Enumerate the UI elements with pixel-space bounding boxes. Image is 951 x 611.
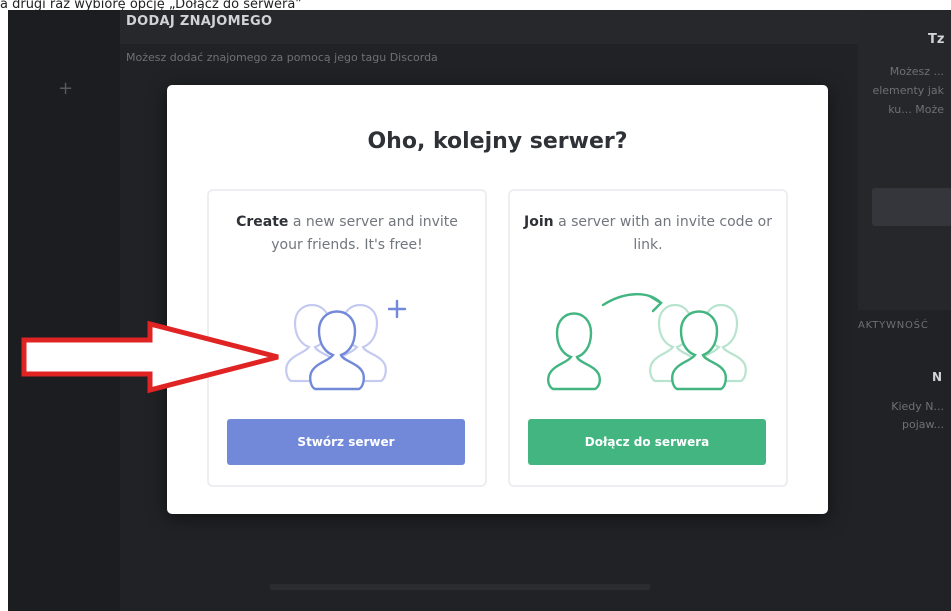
- right-panel-button[interactable]: [872, 188, 951, 226]
- create-server-button[interactable]: Stwórz serwer: [227, 419, 465, 465]
- create-join-server-modal: Oho, kolejny serwer? Create a new server…: [167, 85, 828, 514]
- join-lead: Join: [524, 214, 554, 230]
- add-friend-subtext: Możesz dodać znajomego za pomocą jego ta…: [126, 51, 438, 64]
- create-desc: a new server and invite your friends. It…: [271, 214, 458, 253]
- right-panel: [858, 10, 951, 310]
- add-friend-heading: DODAJ ZNAJOMEGO: [126, 14, 273, 29]
- join-desc: a server with an invite code or link.: [553, 214, 772, 253]
- create-server-card: Create a new server and invite your frie…: [207, 189, 487, 487]
- group-add-icon: [285, 299, 407, 391]
- guild-sidebar: [8, 10, 120, 611]
- create-lead: Create: [236, 214, 289, 230]
- join-server-button[interactable]: Dołącz do serwera: [528, 419, 766, 465]
- right-panel-text: Możesz ... elementy jak ku... Może: [872, 65, 944, 116]
- caption-text: a drugi raz wybiorę opcję „Dołącz do ser…: [0, 0, 951, 10]
- footer-bar: [270, 584, 650, 590]
- right-panel-subheading: AKTYWNOŚĆ: [858, 320, 929, 331]
- right-panel-text-2: Kiedy N... pojaw...: [891, 400, 944, 431]
- join-server-icon: [547, 293, 747, 391]
- join-server-card: Join a server with an invite code or lin…: [508, 189, 788, 487]
- right-panel-n: N: [932, 370, 943, 384]
- join-server-description: Join a server with an invite code or lin…: [520, 211, 776, 257]
- add-icon: +: [58, 78, 74, 99]
- modal-title: Oho, kolejny serwer?: [367, 129, 628, 154]
- create-server-description: Create a new server and invite your frie…: [219, 211, 475, 257]
- right-panel-title: Tz: [928, 32, 945, 47]
